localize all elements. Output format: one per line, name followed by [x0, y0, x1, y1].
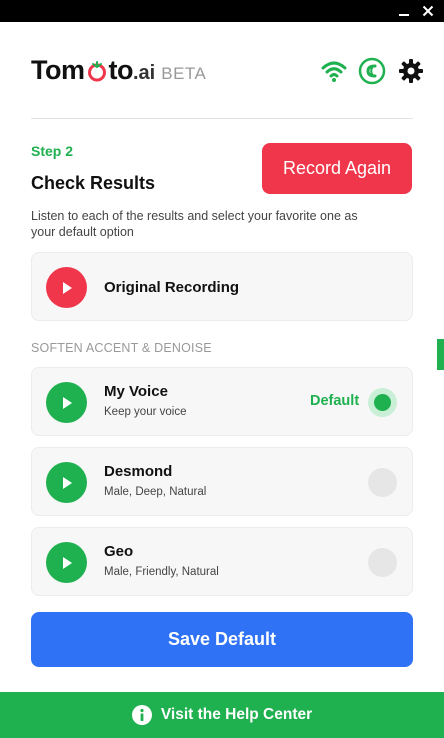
- headset-button[interactable]: [358, 57, 386, 85]
- help-center-label: Visit the Help Center: [160, 706, 313, 723]
- voice-option-my-voice[interactable]: My Voice Keep your voice Default: [31, 367, 413, 436]
- header-divider: [31, 118, 413, 119]
- beta-badge: BETA: [161, 64, 207, 83]
- help-center-link[interactable]: Visit the Help Center: [0, 692, 444, 738]
- voice-title: Desmond: [104, 463, 173, 480]
- voice-radio[interactable]: [368, 468, 397, 497]
- voice-radio-selected[interactable]: [368, 388, 397, 417]
- logo-text-start: Tom: [31, 55, 85, 85]
- section-label: SOFTEN ACCENT & DENOISE: [31, 341, 212, 355]
- headset-icon: [358, 57, 386, 85]
- save-default-button[interactable]: Save Default: [31, 612, 413, 667]
- wifi-icon: [321, 61, 347, 82]
- app-logo: Tom to .ai BETA: [31, 55, 206, 89]
- tomato-icon: [87, 61, 106, 82]
- voice-option-geo[interactable]: Geo Male, Friendly, Natural: [31, 527, 413, 596]
- voice-subtitle: Male, Friendly, Natural: [104, 566, 219, 578]
- logo-ai: .ai: [132, 62, 156, 84]
- info-icon: [131, 705, 152, 725]
- instructions-text: Listen to each of the results and select…: [31, 209, 358, 239]
- play-icon: [62, 476, 72, 489]
- play-button[interactable]: [46, 542, 87, 583]
- radio-dot: [374, 394, 391, 411]
- play-button[interactable]: [46, 267, 87, 308]
- logo-text-end: to: [108, 55, 134, 85]
- voice-subtitle: Keep your voice: [104, 406, 187, 418]
- play-icon: [62, 281, 72, 294]
- voice-subtitle: Male, Deep, Natural: [104, 486, 207, 498]
- record-again-button[interactable]: Record Again: [262, 143, 412, 194]
- default-badge: Default: [310, 393, 360, 409]
- voice-option-desmond[interactable]: Desmond Male, Deep, Natural: [31, 447, 413, 516]
- wifi-status-button[interactable]: [320, 57, 348, 85]
- step-label: Step 2: [31, 143, 74, 159]
- play-button[interactable]: [46, 462, 87, 503]
- close-button[interactable]: [417, 0, 439, 22]
- play-icon: [62, 556, 72, 569]
- window-titlebar: [0, 0, 444, 22]
- close-icon: [422, 5, 434, 17]
- voice-title: My Voice: [104, 383, 168, 400]
- play-icon: [62, 396, 72, 409]
- play-button[interactable]: [46, 382, 87, 423]
- minimize-icon: [399, 14, 409, 16]
- settings-button[interactable]: [397, 57, 425, 85]
- minimize-button[interactable]: [393, 0, 415, 22]
- voice-title: Geo: [104, 543, 134, 560]
- original-recording-row: Original Recording: [31, 252, 413, 321]
- original-recording-label: Original Recording: [104, 279, 240, 296]
- page-title: Check Results: [31, 173, 156, 193]
- gear-icon: [399, 59, 423, 83]
- voice-radio[interactable]: [368, 548, 397, 577]
- scrollbar-thumb[interactable]: [437, 339, 444, 370]
